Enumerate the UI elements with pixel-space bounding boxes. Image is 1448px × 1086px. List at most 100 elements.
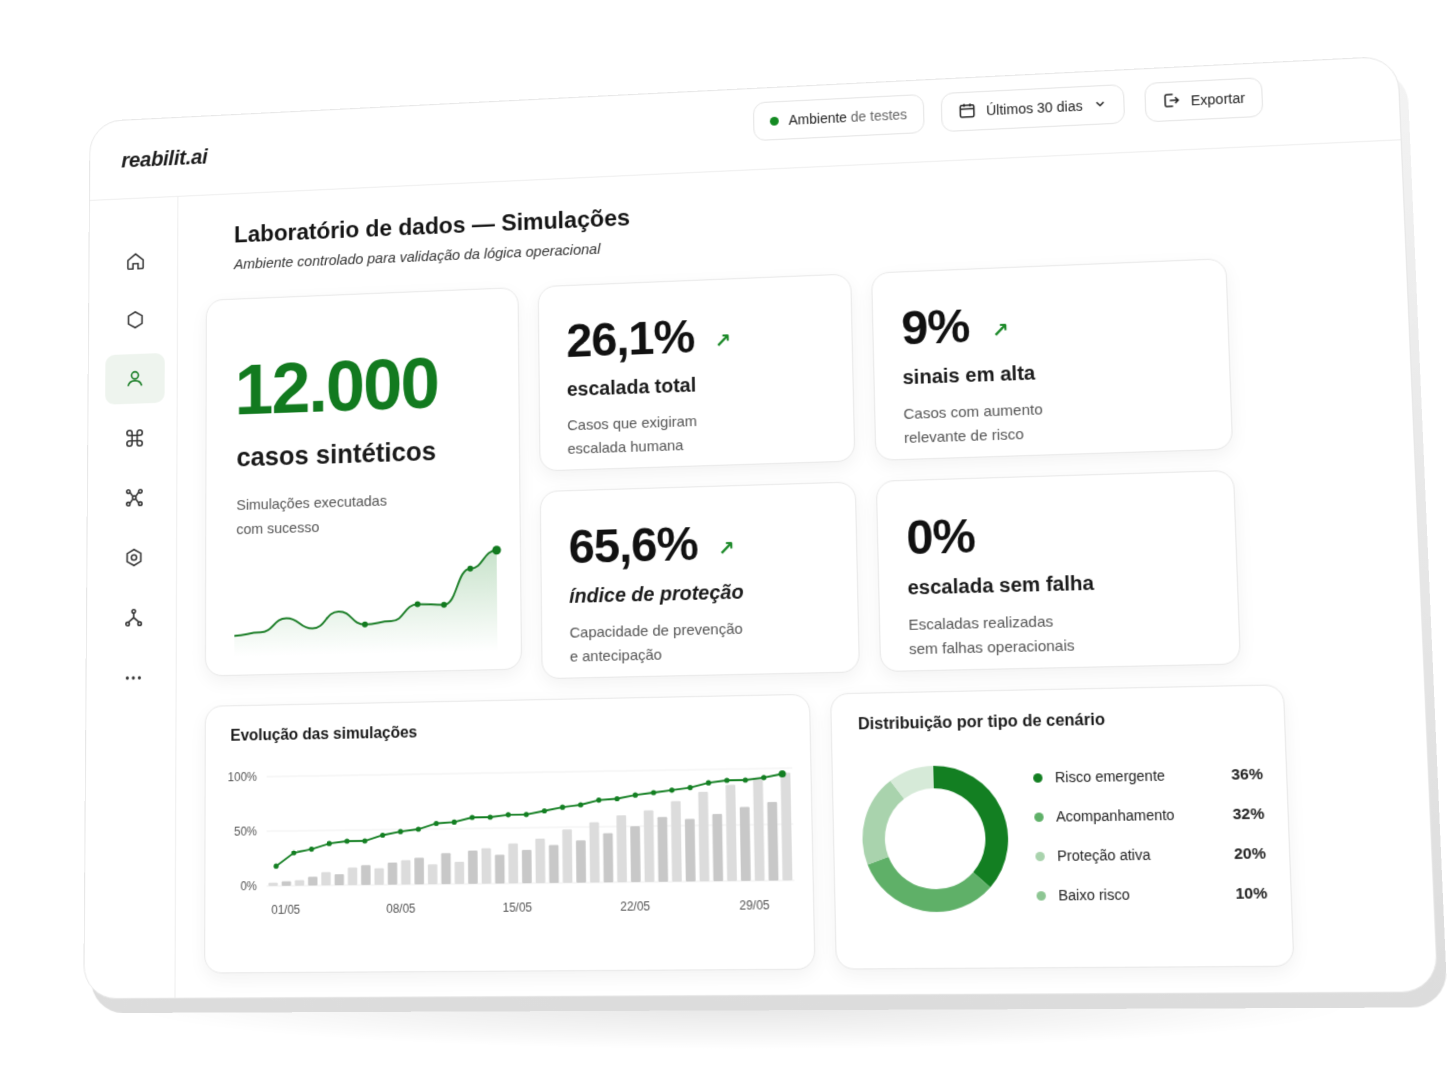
series-point xyxy=(380,832,386,838)
bar xyxy=(548,845,559,883)
kpi-card-high-signals[interactable]: 9% ↗ sinais em alta Casos com aumento re… xyxy=(871,258,1234,461)
grid-line xyxy=(267,768,793,777)
date-range-label: Últimos 30 dias xyxy=(985,97,1083,119)
nav-home[interactable] xyxy=(106,235,165,287)
bar xyxy=(780,772,793,881)
series-point xyxy=(451,819,457,825)
export-button[interactable]: Exportar xyxy=(1144,77,1264,123)
legend-dot-icon xyxy=(1036,890,1047,901)
bar xyxy=(361,865,371,886)
series-point xyxy=(724,777,730,784)
series-point xyxy=(705,780,712,786)
legend-label: Proteção ativa xyxy=(1056,846,1151,865)
chart-title: Evolução das simulações xyxy=(230,724,418,745)
legend-item[interactable]: Acompanhamento 32% xyxy=(1034,794,1265,837)
bar xyxy=(467,850,478,884)
legend-label: Acompanhamento xyxy=(1055,806,1175,825)
date-range-select[interactable]: Últimos 30 dias xyxy=(940,84,1125,133)
y-tick-label: 100% xyxy=(228,771,257,785)
command-icon xyxy=(124,427,145,449)
kpi-label: sinais em alta xyxy=(902,362,1036,390)
chart-legend: Risco emergente 36% Acompanhamento 32% P… xyxy=(1033,754,1268,915)
bar xyxy=(698,791,710,882)
series-point xyxy=(469,814,475,821)
kpi-card-escalated[interactable]: 26,1% ↗ escalada total Casos que exigira… xyxy=(537,273,856,472)
kpi-card-no-fail[interactable]: 0% escalada sem falha Escaladas realizad… xyxy=(875,469,1241,673)
series-point xyxy=(415,826,421,832)
chevron-down-icon xyxy=(1092,96,1107,113)
export-label: Exportar xyxy=(1190,89,1246,109)
series-point xyxy=(309,846,315,852)
kpi-value: 12.000 xyxy=(234,342,439,430)
bar xyxy=(414,857,425,885)
kpi-description: Simulações executadas com sucesso xyxy=(236,488,427,542)
kpi-description: Casos que exigiram escalada humana xyxy=(567,407,784,461)
app-window: reabilit.ai Ambiente de testes Últimos 3… xyxy=(83,55,1439,1000)
series-point xyxy=(614,796,620,802)
bar xyxy=(725,784,737,882)
x-tick-label: 22/05 xyxy=(620,900,650,914)
bar xyxy=(657,816,669,882)
bar xyxy=(630,826,641,883)
device-mockup: reabilit.ai Ambiente de testes Últimos 3… xyxy=(83,55,1448,1014)
bar xyxy=(603,833,614,883)
legend-label: Baixo risco xyxy=(1058,886,1131,904)
branch-icon xyxy=(123,607,144,629)
kpi-card-protection[interactable]: 65,6% ↗ índice de proteção Capacidade de… xyxy=(539,481,860,680)
environment-rest: de testes xyxy=(850,106,908,125)
bar xyxy=(401,860,411,885)
series-point xyxy=(687,784,693,791)
sidebar xyxy=(84,196,179,999)
legend-item[interactable]: Proteção ativa 20% xyxy=(1035,833,1267,875)
environment-badge[interactable]: Ambiente de testes xyxy=(752,93,925,142)
x-tick-label: 29/05 xyxy=(739,899,770,913)
kpi-label: escalada sem falha xyxy=(907,572,1095,600)
legend-item[interactable]: Risco emergente 36% xyxy=(1033,754,1264,797)
trend-up-icon: ↗ xyxy=(714,330,732,353)
kpi-label: casos sintéticos xyxy=(236,436,437,473)
series-point xyxy=(578,802,584,808)
nav-modules[interactable] xyxy=(105,294,165,346)
donut-slice xyxy=(878,859,982,901)
donut-slice xyxy=(873,790,899,861)
bar xyxy=(334,874,345,886)
series-point xyxy=(487,814,493,820)
bar xyxy=(308,876,318,886)
sparkline-area xyxy=(234,550,498,658)
bar xyxy=(454,861,465,885)
bar xyxy=(575,840,587,883)
bar xyxy=(616,815,627,883)
series-point xyxy=(632,792,638,798)
y-tick-label: 50% xyxy=(234,825,257,839)
legend-item[interactable]: Baixo risco 10% xyxy=(1036,873,1268,915)
series-point xyxy=(742,777,749,783)
bar xyxy=(347,867,358,886)
kpi-label: índice de proteção xyxy=(569,581,744,608)
series-point xyxy=(559,804,566,810)
x-tick-label: 01/05 xyxy=(271,903,300,917)
environment-label: Ambiente de testes xyxy=(788,106,907,127)
bar xyxy=(427,864,438,885)
nav-commands[interactable] xyxy=(105,412,165,464)
network-icon xyxy=(124,487,145,509)
nav-more[interactable] xyxy=(103,652,163,704)
series-point xyxy=(291,850,297,856)
nav-network[interactable] xyxy=(104,472,164,524)
kpi-description: Casos com aumento relevante de risco xyxy=(903,395,1128,451)
nav-security[interactable] xyxy=(104,532,164,584)
series-point xyxy=(650,789,657,796)
legend-value: 36% xyxy=(1230,765,1264,784)
main-content: Laboratório de dados — Simulações Ambien… xyxy=(175,140,1437,997)
nav-flows[interactable] xyxy=(104,592,164,644)
kpi-card-synthetic-cases[interactable]: 12.000 casos sintéticos Simulações execu… xyxy=(204,287,523,677)
series-point xyxy=(596,797,602,803)
trend-up-icon: ↗ xyxy=(991,319,1010,343)
environment-strong: Ambiente xyxy=(788,109,848,128)
series-point xyxy=(326,840,332,847)
bar xyxy=(752,777,765,881)
brand-logo[interactable]: reabilit.ai xyxy=(121,145,207,174)
nav-users[interactable] xyxy=(105,352,165,405)
bar xyxy=(321,872,331,886)
scene: reabilit.ai Ambiente de testes Últimos 3… xyxy=(0,0,1448,1086)
kpi-value: 65,6% xyxy=(568,518,698,575)
